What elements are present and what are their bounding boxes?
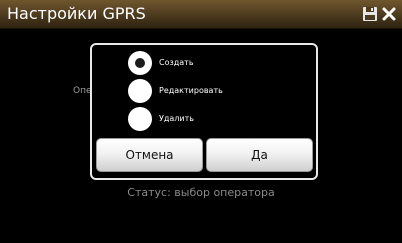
option-label: Удалить	[159, 114, 194, 123]
radio-dot-icon	[135, 58, 145, 68]
radio-button[interactable]	[128, 79, 152, 103]
option-label: Редактировать	[159, 86, 223, 95]
title-bar: Настройки GPRS	[0, 0, 402, 29]
option-create[interactable]: Создать	[128, 51, 308, 75]
option-edit[interactable]: Редактировать	[128, 79, 308, 103]
radio-button-selected[interactable]	[128, 51, 152, 75]
option-label: Создать	[159, 58, 194, 67]
radio-button[interactable]	[128, 107, 152, 131]
option-delete[interactable]: Удалить	[128, 107, 308, 131]
window-title: Настройки GPRS	[7, 4, 146, 23]
ok-button[interactable]: Да	[206, 138, 313, 172]
close-icon[interactable]	[381, 6, 397, 22]
gprs-settings-screen: Настройки GPRS Опе Статус: выбор операто…	[0, 0, 402, 243]
status-text: Статус: выбор оператора	[127, 186, 275, 199]
operator-label: Опе	[73, 86, 92, 96]
action-dialog: Создать Редактировать Удалить Отмена Да	[90, 43, 318, 180]
cancel-button[interactable]: Отмена	[96, 138, 203, 172]
save-icon[interactable]	[362, 6, 378, 22]
